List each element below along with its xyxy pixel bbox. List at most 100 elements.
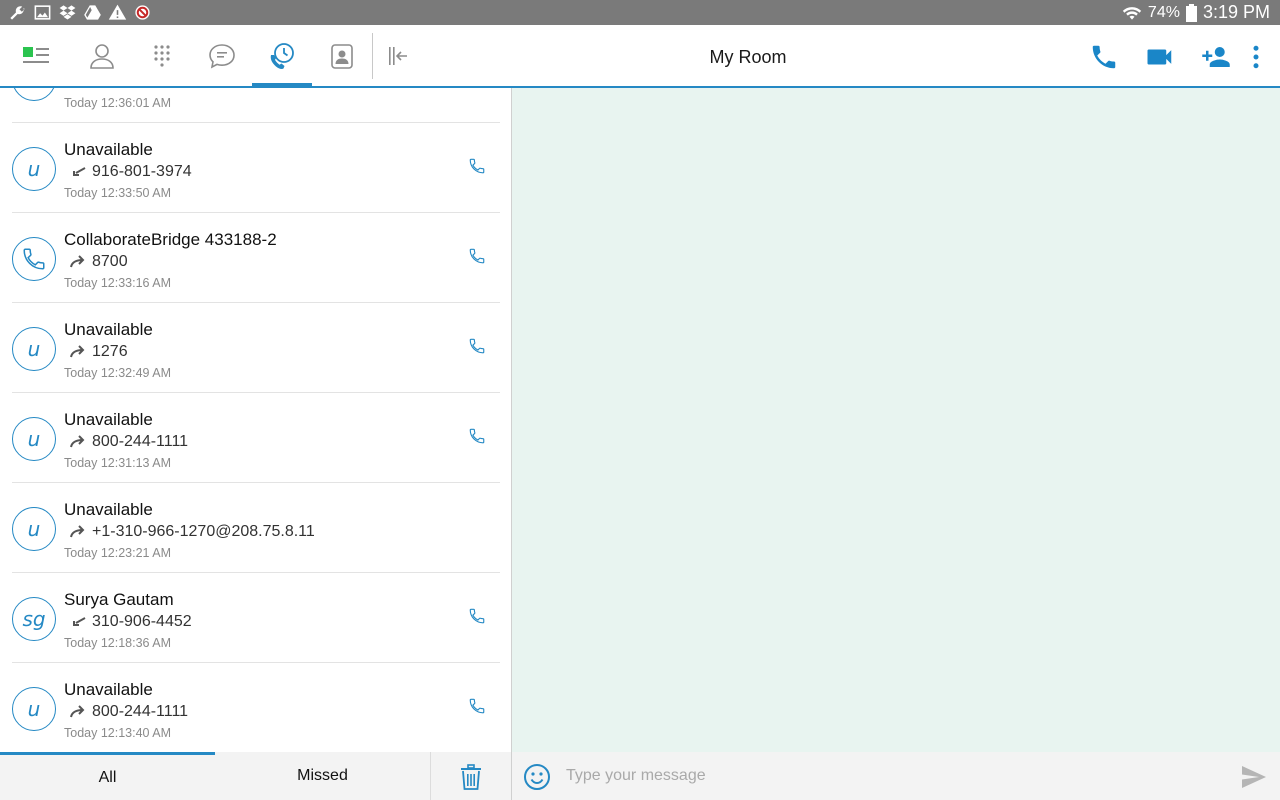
outgoing-call-arrow-icon — [70, 435, 85, 448]
call-history-row[interactable]: Today 12:36:01 AM — [12, 88, 500, 123]
outgoing-call-arrow-icon — [70, 705, 85, 718]
dashboard-icon — [23, 46, 49, 63]
delete-history-button[interactable] — [456, 762, 486, 792]
contact-avatar — [12, 88, 56, 101]
clock: 3:19 PM — [1202, 2, 1270, 22]
directory-tab[interactable] — [312, 25, 372, 86]
tab-all[interactable]: All — [0, 752, 215, 800]
call-history-row[interactable]: u Unavailable 1276 Today 12:32:49 AM — [12, 303, 500, 393]
outgoing-call-arrow-icon — [70, 525, 85, 538]
collapse-panel-button[interactable] — [368, 25, 428, 86]
drive-icon — [84, 5, 101, 20]
outgoing-call-arrow-icon — [70, 345, 85, 358]
call-back-button[interactable] — [468, 427, 490, 449]
call-time: Today 12:36:01 AM — [64, 96, 172, 110]
call-time: Today 12:18:36 AM — [64, 636, 172, 650]
wrench-icon — [10, 6, 25, 20]
call-history-row[interactable]: u Unavailable 916-801-3974 Today 12:33:5… — [12, 123, 500, 213]
contact-avatar: u — [12, 327, 56, 371]
phone-icon — [23, 248, 45, 270]
phone-outline-icon — [469, 158, 485, 174]
overflow-menu-button[interactable] — [1236, 37, 1276, 77]
person-icon — [90, 43, 114, 69]
contact-name: CollaborateBridge 433188-2 — [64, 230, 277, 249]
top-toolbar: My Room — [0, 25, 1280, 88]
video-camera-icon — [1147, 49, 1172, 65]
chat-tab[interactable] — [192, 25, 252, 86]
image-icon — [34, 5, 51, 20]
dashboard-tab[interactable] — [6, 25, 66, 86]
call-time: Today 12:31:13 AM — [64, 456, 172, 470]
phone-number: 8700 — [92, 253, 128, 270]
tab-separator — [430, 752, 431, 800]
smiley-icon — [524, 764, 550, 790]
phone-outline-icon — [469, 698, 485, 714]
phone-outline-icon — [469, 608, 485, 624]
call-time: Today 12:33:16 AM — [64, 276, 172, 290]
add-person-icon — [1202, 47, 1230, 67]
voice-call-button[interactable] — [1084, 37, 1124, 77]
dropbox-icon — [59, 5, 76, 20]
contact-avatar: u — [12, 507, 56, 551]
warning-icon — [108, 4, 127, 20]
outgoing-call-arrow-icon — [70, 255, 85, 268]
call-back-button[interactable] — [468, 697, 490, 719]
phone-icon — [1092, 45, 1116, 69]
video-call-button[interactable] — [1140, 37, 1180, 77]
call-back-button[interactable] — [468, 607, 490, 629]
battery-percent: 74% — [1147, 3, 1180, 21]
contact-name: Unavailable — [64, 680, 153, 699]
phone-number: +1-310-966-1270@208.75.8.11 — [92, 523, 315, 540]
call-history-row[interactable]: u Unavailable +1-310-966-1270@208.75.8.1… — [12, 483, 500, 573]
phone-number: 916-801-3974 — [92, 163, 192, 180]
send-button[interactable] — [1240, 763, 1268, 791]
call-time: Today 12:13:40 AM — [64, 726, 172, 740]
chat-bubble-icon — [209, 43, 235, 68]
battery-icon — [1185, 3, 1197, 22]
add-participant-button[interactable] — [1196, 37, 1236, 77]
incoming-call-arrow-icon — [73, 617, 86, 626]
phone-number: 1276 — [92, 343, 128, 360]
tab-missed[interactable]: Missed — [215, 752, 430, 800]
contacts-tab[interactable] — [72, 25, 132, 86]
dialpad-icon — [154, 44, 170, 67]
call-back-button[interactable] — [468, 337, 490, 359]
contact-card-icon — [331, 43, 353, 69]
contact-name: Unavailable — [64, 320, 153, 339]
send-icon — [1242, 766, 1266, 788]
call-history-tab[interactable] — [252, 25, 312, 86]
contact-avatar: u — [12, 417, 56, 461]
phone-number: 310-906-4452 — [92, 613, 192, 630]
contact-avatar: sg — [12, 597, 56, 641]
message-input[interactable] — [566, 760, 1206, 792]
phone-outline-icon — [469, 338, 485, 354]
wifi-icon — [1122, 6, 1142, 20]
status-bar: 74% 3:19 PM — [0, 0, 1280, 25]
notification-icons — [8, 3, 152, 22]
phone-outline-icon — [469, 248, 485, 264]
badge-icon — [135, 5, 150, 20]
call-back-button[interactable] — [468, 247, 490, 269]
dialpad-tab[interactable] — [132, 25, 192, 86]
message-composer — [512, 752, 1280, 800]
call-history-row[interactable]: CollaborateBridge 433188-2 8700 Today 12… — [12, 213, 500, 303]
contact-name: Surya Gautam — [64, 590, 174, 609]
call-history-row[interactable]: u Unavailable 800-244-1111 Today 12:31:1… — [12, 393, 500, 483]
contact-avatar — [12, 237, 56, 281]
phone-outline-icon — [469, 428, 485, 444]
collapse-left-icon — [389, 46, 407, 65]
phone-number: 800-244-1111 — [92, 433, 189, 450]
contact-avatar: u — [12, 147, 56, 191]
chat-messages-area[interactable] — [512, 88, 1280, 752]
call-history-row[interactable]: sg Surya Gautam 310-906-4452 Today 12:18… — [12, 573, 500, 663]
call-time: Today 12:23:21 AM — [64, 546, 172, 560]
emoji-button[interactable] — [523, 763, 551, 791]
more-vertical-icon — [1253, 45, 1259, 69]
trash-icon — [461, 764, 481, 790]
call-filter-bar: All Missed — [0, 752, 511, 800]
call-time: Today 12:32:49 AM — [64, 366, 172, 380]
room-title: My Room — [709, 47, 787, 67]
call-back-button[interactable] — [468, 157, 490, 179]
call-history-row[interactable]: u Unavailable 800-244-1111 Today 12:13:4… — [12, 663, 500, 752]
call-history-list[interactable]: Today 12:36:01 AM u Unavailable 916-801-… — [0, 88, 511, 752]
